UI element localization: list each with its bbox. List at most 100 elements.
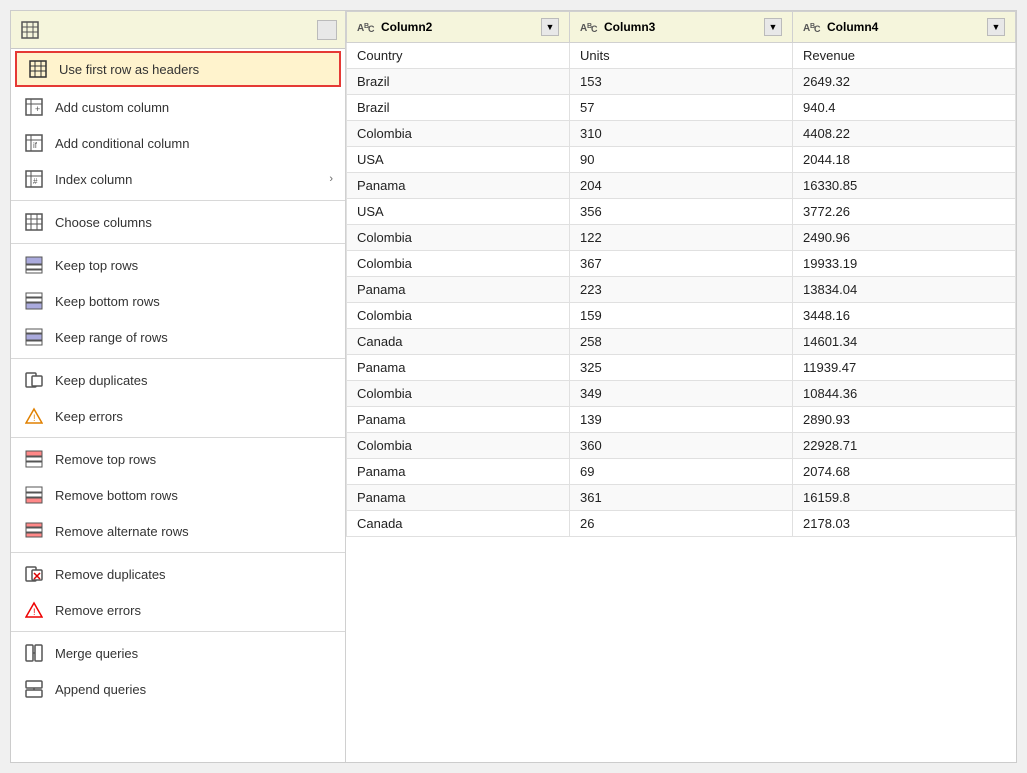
cell-r7-c2: 2490.96 (793, 225, 1016, 251)
cell-r17-c1: 361 (570, 485, 793, 511)
menu-item-remove-errors[interactable]: !Remove errors (11, 592, 345, 628)
menu-item-label-keep-range-rows: Keep range of rows (55, 330, 333, 345)
cell-r15-c0: Colombia (347, 433, 570, 459)
cell-r18-c1: 26 (570, 511, 793, 537)
cell-r16-c1: 69 (570, 459, 793, 485)
cell-r6-c2: 3772.26 (793, 199, 1016, 225)
cell-r15-c1: 360 (570, 433, 793, 459)
remove-errors-icon: ! (23, 599, 45, 621)
menu-item-keep-range-rows[interactable]: Keep range of rows (11, 319, 345, 355)
cell-r8-c1: 367 (570, 251, 793, 277)
col-type-icon-col2: A B C (580, 20, 598, 34)
table-row: CountryUnitsRevenue (347, 43, 1016, 69)
cell-r5-c0: Panama (347, 173, 570, 199)
menu-item-keep-duplicates[interactable]: Keep duplicates (11, 362, 345, 398)
cell-r13-c0: Colombia (347, 381, 570, 407)
menu-separator-4 (11, 200, 345, 201)
menu-items-list: Use first row as headers +Add custom colu… (11, 49, 345, 707)
table-row: Panama32511939.47 (347, 355, 1016, 381)
cell-r2-c1: 57 (570, 95, 793, 121)
col-type-icon-col3: A B C (803, 20, 821, 34)
cell-r14-c2: 2890.93 (793, 407, 1016, 433)
data-table: A B C Column2 ▼ A B C Column3 ▼ (346, 11, 1016, 537)
table-row: Panama22313834.04 (347, 277, 1016, 303)
custom-col-icon: + (23, 96, 45, 118)
cell-r7-c0: Colombia (347, 225, 570, 251)
menu-item-label-keep-top-rows: Keep top rows (55, 258, 333, 273)
menu-separator-10 (11, 358, 345, 359)
cell-r9-c2: 13834.04 (793, 277, 1016, 303)
menu-item-label-append-queries: Append queries (55, 682, 333, 697)
menu-item-append-queries[interactable]: Append queries (11, 671, 345, 707)
menu-separator-20 (11, 631, 345, 632)
table-row: Colombia1593448.16 (347, 303, 1016, 329)
column-header-col2: A B C Column3 ▼ (570, 12, 793, 43)
cell-r16-c0: Panama (347, 459, 570, 485)
cell-r16-c2: 2074.68 (793, 459, 1016, 485)
table-area[interactable]: A B C Column2 ▼ A B C Column3 ▼ (346, 11, 1016, 762)
menu-item-label-keep-errors: Keep errors (55, 409, 333, 424)
menu-item-remove-alternate-rows[interactable]: Remove alternate rows (11, 513, 345, 549)
svg-text:!: ! (33, 413, 36, 423)
cell-r12-c2: 11939.47 (793, 355, 1016, 381)
remove-dupes-icon (23, 563, 45, 585)
menu-item-merge-queries[interactable]: Merge queries (11, 635, 345, 671)
menu-item-label-remove-top-rows: Remove top rows (55, 452, 333, 467)
cell-r14-c1: 139 (570, 407, 793, 433)
menu-item-keep-errors[interactable]: ! Keep errors (11, 398, 345, 434)
svg-text:C: C (814, 24, 821, 34)
col-dropdown-col1[interactable]: ▼ (541, 18, 559, 36)
cell-r3-c0: Colombia (347, 121, 570, 147)
table-row: Colombia36022928.71 (347, 433, 1016, 459)
cell-r11-c0: Canada (347, 329, 570, 355)
menu-item-label-merge-queries: Merge queries (55, 646, 333, 661)
menu-item-keep-bottom-rows[interactable]: Keep bottom rows (11, 283, 345, 319)
cell-r1-c0: Brazil (347, 69, 570, 95)
cell-r12-c1: 325 (570, 355, 793, 381)
col-dropdown-col2[interactable]: ▼ (764, 18, 782, 36)
table-row: Brazil1532649.32 (347, 69, 1016, 95)
cell-r11-c2: 14601.34 (793, 329, 1016, 355)
menu-item-label-use-first-row: Use first row as headers (59, 62, 329, 77)
cell-r5-c1: 204 (570, 173, 793, 199)
cell-r18-c2: 2178.03 (793, 511, 1016, 537)
col-label-col2: Column3 (604, 20, 758, 34)
menu-item-choose-columns[interactable]: Choose columns (11, 204, 345, 240)
column-header-col3: A B C Column4 ▼ (793, 12, 1016, 43)
col-label-col1: Column2 (381, 20, 535, 34)
table-row: Brazil57940.4 (347, 95, 1016, 121)
cell-r4-c2: 2044.18 (793, 147, 1016, 173)
table-row: Canada262178.03 (347, 511, 1016, 537)
keep-range-icon (23, 326, 45, 348)
cell-r17-c2: 16159.8 (793, 485, 1016, 511)
menu-item-remove-duplicates[interactable]: Remove duplicates (11, 556, 345, 592)
cell-r4-c1: 90 (570, 147, 793, 173)
keep-dupes-icon (23, 369, 45, 391)
menu-item-remove-top-rows[interactable]: Remove top rows (11, 441, 345, 477)
cell-r15-c2: 22928.71 (793, 433, 1016, 459)
cell-r9-c0: Panama (347, 277, 570, 303)
column-header-col1: A B C Column2 ▼ (347, 12, 570, 43)
cell-r1-c2: 2649.32 (793, 69, 1016, 95)
menu-item-use-first-row[interactable]: Use first row as headers (15, 51, 341, 87)
svg-text:if: if (33, 141, 38, 150)
menu-item-add-custom-col[interactable]: +Add custom column (11, 89, 345, 125)
svg-text:C: C (368, 24, 375, 34)
menu-item-label-keep-bottom-rows: Keep bottom rows (55, 294, 333, 309)
menu-item-keep-top-rows[interactable]: Keep top rows (11, 247, 345, 283)
menu-item-add-conditional-col[interactable]: ifAdd conditional column (11, 125, 345, 161)
main-container: Use first row as headers +Add custom colu… (10, 10, 1017, 763)
table-header: A B C Column2 ▼ A B C Column3 ▼ (347, 12, 1016, 43)
cell-r10-c1: 159 (570, 303, 793, 329)
menu-item-label-remove-alternate-rows: Remove alternate rows (55, 524, 333, 539)
col-dropdown-col3[interactable]: ▼ (987, 18, 1005, 36)
table-row: Panama692074.68 (347, 459, 1016, 485)
cell-r8-c0: Colombia (347, 251, 570, 277)
column-dropdown-button[interactable] (317, 20, 337, 40)
menu-item-remove-bottom-rows[interactable]: Remove bottom rows (11, 477, 345, 513)
index-col-icon: # (23, 168, 45, 190)
menu-item-index-column[interactable]: #Index column› (11, 161, 345, 197)
cell-r18-c0: Canada (347, 511, 570, 537)
cell-r6-c1: 356 (570, 199, 793, 225)
cell-r12-c0: Panama (347, 355, 570, 381)
